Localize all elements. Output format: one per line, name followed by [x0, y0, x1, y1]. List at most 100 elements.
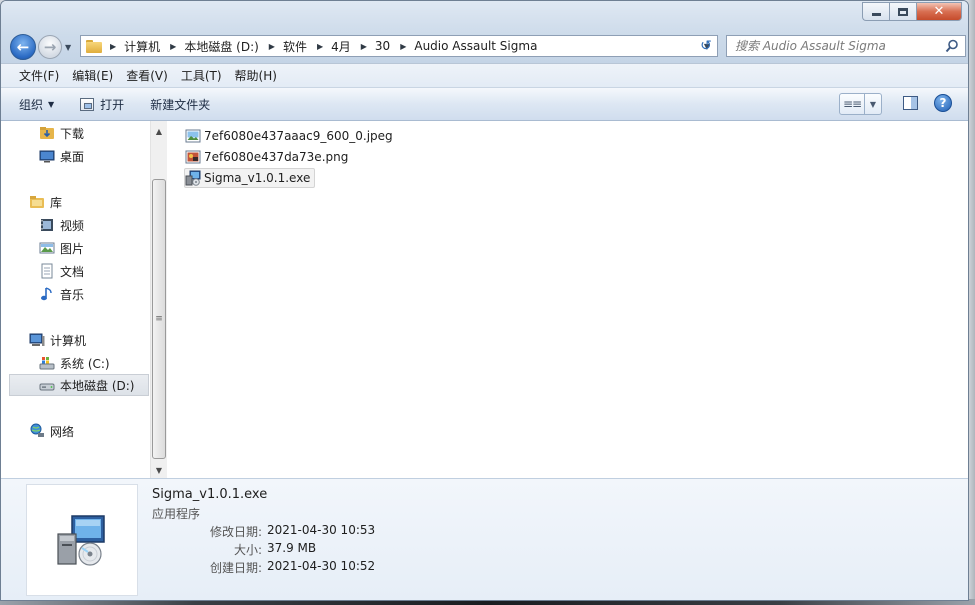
details-created-label: 创建日期:	[209, 561, 262, 575]
breadcrumb-current-folder[interactable]: Audio Assault Sigma	[412, 39, 539, 53]
preview-pane-icon[interactable]	[903, 96, 918, 110]
close-button[interactable]: ✕	[916, 2, 962, 21]
computer-icon	[29, 332, 45, 348]
nav-label: 系统 (C:)	[60, 356, 110, 371]
nav-label: 音乐	[60, 287, 85, 302]
menu-edit[interactable]: 编辑(E)	[66, 65, 119, 86]
nav-label: 图片	[60, 241, 85, 256]
file-item-jpeg[interactable]: 7ef6080e437aaac9_600_0.jpeg	[185, 126, 397, 146]
window-controls: ✕	[862, 2, 962, 21]
video-icon	[39, 217, 55, 233]
nav-item-computer[interactable]: 计算机	[29, 329, 86, 351]
forward-button[interactable]: →	[38, 35, 62, 59]
help-icon: ?	[939, 96, 947, 110]
system-drive-icon	[39, 355, 55, 371]
breadcrumb-computer[interactable]: 计算机	[122, 38, 162, 55]
menu-tools[interactable]: 工具(T)	[175, 65, 228, 86]
open-label: 打开	[100, 97, 125, 112]
chevron-right-icon[interactable]: ▶	[269, 42, 275, 51]
navigation-buttons: ← → ▼	[10, 34, 71, 60]
nav-item-downloads[interactable]: 下载	[39, 122, 84, 144]
installer-exe-icon	[185, 170, 201, 186]
scroll-down-icon[interactable]: ▼	[151, 462, 167, 478]
scroll-up-icon[interactable]: ▲	[151, 123, 167, 139]
file-list: 7ef6080e437aaac9_600_0.jpeg 7ef6080e437d…	[167, 121, 968, 478]
open-button[interactable]: 打开	[80, 96, 124, 113]
minimize-button[interactable]	[862, 2, 889, 21]
file-name: 7ef6080e437da73e.png	[204, 150, 349, 164]
folder-icon	[86, 39, 102, 53]
close-icon: ✕	[933, 4, 945, 19]
details-modified-label: 修改日期:	[209, 525, 262, 539]
breadcrumb-april[interactable]: 4月	[329, 38, 353, 55]
details-created-row: 创建日期: 2021-04-30 10:52	[152, 559, 452, 577]
help-button[interactable]: ?	[934, 94, 952, 112]
chevron-right-icon[interactable]: ▶	[170, 42, 176, 51]
forward-arrow-icon: →	[43, 38, 57, 56]
documents-icon	[39, 263, 55, 279]
address-bar[interactable]: ▶ 计算机 ▶ 本地磁盘 (D:) ▶ 软件 ▶ 4月 ▶ 30 ▶ Audio…	[80, 35, 718, 57]
nav-item-pictures[interactable]: 图片	[39, 237, 84, 259]
chevron-right-icon[interactable]: ▶	[110, 42, 116, 51]
menu-file[interactable]: 文件(F)	[13, 65, 65, 86]
libraries-icon	[29, 194, 45, 210]
search-input[interactable]	[735, 39, 945, 53]
new-folder-button[interactable]: 新建文件夹	[150, 96, 210, 113]
download-folder-icon	[39, 125, 55, 141]
file-item-png[interactable]: 7ef6080e437da73e.png	[185, 147, 352, 167]
open-window-icon	[80, 97, 95, 111]
title-bar: ✕ ← → ▼ ▶ 计算机 ▶ 本地磁盘 (D:) ▶ 软件 ▶ 4月 ▶ 30…	[1, 1, 968, 63]
details-pane: Sigma_v1.0.1.exe 应用程序 修改日期: 2021-04-30 1…	[1, 478, 968, 600]
file-item-exe[interactable]: Sigma_v1.0.1.exe	[184, 168, 316, 188]
organize-label: 组织	[19, 97, 44, 112]
scrollbar-thumb[interactable]: ≡	[152, 179, 166, 459]
maximize-button[interactable]	[889, 2, 916, 21]
nav-item-music[interactable]: 音乐	[39, 283, 84, 305]
breadcrumb-drive-d[interactable]: 本地磁盘 (D:)	[182, 38, 260, 55]
nav-label: 桌面	[60, 149, 85, 164]
grip-icon: ≡	[155, 314, 163, 324]
file-name: 7ef6080e437aaac9_600_0.jpeg	[204, 129, 393, 143]
organize-button[interactable]: 组织 ▼	[19, 96, 54, 113]
refresh-button[interactable]: ↺	[696, 36, 716, 56]
back-button[interactable]: ←	[10, 34, 36, 60]
nav-item-documents[interactable]: 文档	[39, 260, 84, 282]
nav-label: 文档	[60, 264, 85, 279]
dropdown-arrow-icon: ▼	[869, 99, 877, 109]
nav-item-videos[interactable]: 视频	[39, 214, 84, 236]
nav-item-network[interactable]: 网络	[29, 420, 74, 442]
nav-item-libraries[interactable]: 库	[29, 191, 62, 213]
search-box	[726, 35, 966, 57]
nav-item-desktop[interactable]: 桌面	[39, 145, 84, 167]
nav-item-drive-d[interactable]: 本地磁盘 (D:)	[9, 374, 149, 396]
view-dropdown-button[interactable]: ▼	[865, 93, 882, 115]
chevron-right-icon[interactable]: ▶	[400, 42, 406, 51]
minimize-icon	[871, 13, 881, 16]
details-size-label: 大小:	[233, 543, 262, 557]
recent-pages-dropdown[interactable]: ▼	[65, 43, 71, 52]
pictures-icon	[39, 240, 55, 256]
search-icon[interactable]	[945, 39, 959, 53]
explorer-window: ✕ ← → ▼ ▶ 计算机 ▶ 本地磁盘 (D:) ▶ 软件 ▶ 4月 ▶ 30…	[0, 0, 969, 601]
navigation-scrollbar[interactable]: ▲ ≡ ▼	[150, 121, 167, 478]
chevron-right-icon[interactable]: ▶	[361, 42, 367, 51]
details-created-value: 2021-04-30 10:52	[267, 559, 376, 573]
breadcrumb-30[interactable]: 30	[373, 39, 392, 53]
navigation-pane: 下载 桌面 库 视频 图片 文档 音乐 计算机 系统 (C:) 本地磁盘 (D:…	[1, 121, 150, 478]
details-size-value: 37.9 MB	[267, 541, 317, 555]
chevron-right-icon[interactable]: ▶	[317, 42, 323, 51]
change-view-button[interactable]: ≡≡	[839, 93, 865, 115]
details-file-type: 应用程序	[152, 507, 201, 521]
menu-view[interactable]: 查看(V)	[120, 65, 174, 86]
file-thumbnail	[26, 484, 138, 596]
nav-item-drive-c[interactable]: 系统 (C:)	[39, 352, 110, 374]
refresh-icon: ↺	[700, 38, 712, 54]
breadcrumb-software[interactable]: 软件	[281, 38, 309, 55]
menu-help[interactable]: 帮助(H)	[229, 65, 283, 86]
local-drive-icon	[39, 377, 55, 393]
png-image-icon	[185, 149, 201, 165]
details-file-name: Sigma_v1.0.1.exe	[152, 487, 268, 502]
new-folder-label: 新建文件夹	[150, 97, 211, 112]
menu-bar: 文件(F) 编辑(E) 查看(V) 工具(T) 帮助(H)	[1, 63, 968, 88]
details-modified-row: 修改日期: 2021-04-30 10:53	[152, 523, 452, 541]
